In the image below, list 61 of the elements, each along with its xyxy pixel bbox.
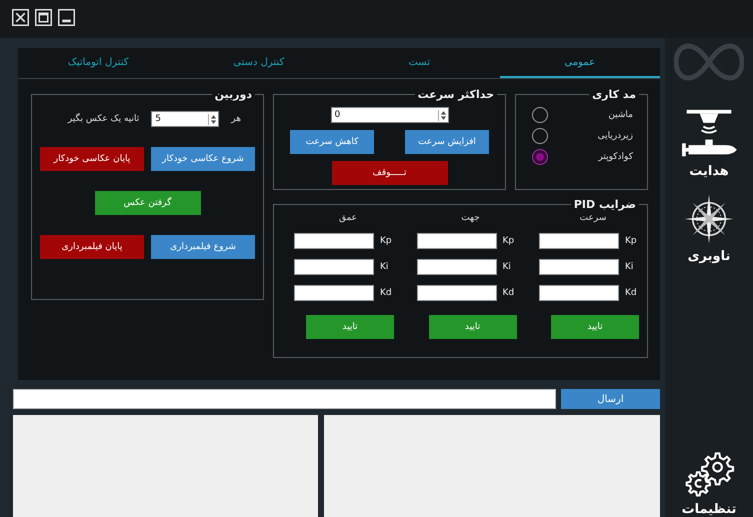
confirm-button[interactable]: تایید — [306, 315, 394, 339]
input-field[interactable] — [416, 259, 496, 275]
input-field[interactable] — [294, 285, 374, 301]
column-heading: عمق — [338, 213, 358, 223]
spinner-arrows-icon[interactable] — [208, 114, 218, 124]
spinner-arrows-icon[interactable] — [438, 110, 448, 120]
camera-button[interactable]: پایان فیلمبرداری — [40, 235, 144, 259]
radio-label: ماشین — [608, 110, 633, 120]
tab[interactable]: تست — [339, 48, 500, 78]
input-field[interactable] — [294, 233, 374, 249]
spin-box[interactable]: 5 — [151, 111, 220, 127]
input-field[interactable] — [416, 233, 496, 249]
gain-label: Ki — [502, 262, 512, 272]
gain-label: Ki — [625, 262, 634, 272]
interval-label: هر — [231, 114, 241, 124]
column-heading: جهت — [461, 213, 480, 223]
radio-button[interactable] — [532, 128, 548, 144]
tab[interactable]: عمومی — [500, 48, 660, 78]
gain-label: Kd — [380, 288, 393, 298]
sidebar-label[interactable]: ناوبری — [688, 249, 730, 264]
input-field[interactable] — [539, 233, 619, 249]
spin-box[interactable]: 0 — [330, 107, 448, 123]
minimize-icon[interactable] — [58, 9, 75, 26]
radio-button[interactable] — [532, 107, 548, 123]
gain-label: Kp — [502, 236, 516, 246]
stop-button[interactable]: تـــــوقف — [332, 161, 448, 185]
camera-button[interactable]: گرفتن عکس — [94, 191, 200, 215]
speed-button[interactable]: افزایش سرعت — [405, 130, 489, 154]
camera-button[interactable]: شروع عکاسی خودکار — [151, 147, 255, 171]
confirm-button[interactable]: تایید — [428, 315, 516, 339]
gain-label: Kd — [625, 288, 638, 298]
sidebar-label[interactable]: تنظیمات — [682, 502, 736, 517]
gain-label: Ki — [380, 262, 390, 272]
camera-button[interactable]: شروع فیلمبرداری — [151, 235, 255, 259]
column-heading: سرعت — [580, 213, 606, 223]
send-button[interactable]: ارسال — [561, 389, 660, 409]
input-field[interactable] — [539, 259, 619, 275]
radio-button[interactable] — [532, 149, 548, 165]
radio-label: کوادکوپتر — [598, 152, 633, 162]
group-title: ضرایب PID — [572, 198, 637, 211]
input-field[interactable] — [539, 285, 619, 301]
group-title: دوربین — [214, 88, 253, 101]
confirm-button[interactable]: تایید — [551, 315, 639, 339]
gain-label: Kp — [380, 236, 393, 246]
tab[interactable]: کنترل اتوماتیک — [18, 48, 178, 78]
input-field[interactable] — [416, 285, 496, 301]
command-field[interactable] — [13, 389, 556, 409]
gain-label: Kd — [502, 288, 516, 298]
sidebar-label[interactable]: هدایت — [689, 164, 729, 179]
maximize-icon[interactable] — [35, 9, 52, 26]
tab[interactable]: کنترل دستی — [178, 48, 339, 78]
input-field[interactable] — [294, 259, 374, 275]
group-title: مد کاری — [591, 88, 637, 101]
infinity-logo — [674, 42, 744, 82]
interval-label: ثانیه یک عکس بگیر — [68, 114, 140, 124]
group-title: حداکثر سرعت — [416, 88, 495, 101]
radio-label: زیردریایی — [598, 131, 633, 141]
speed-button[interactable]: کاهش سرعت — [290, 130, 374, 154]
camera-button[interactable]: پایان عکاسی خودکار — [40, 147, 144, 171]
close-icon[interactable] — [12, 9, 29, 26]
gain-label: Kp — [625, 236, 638, 246]
